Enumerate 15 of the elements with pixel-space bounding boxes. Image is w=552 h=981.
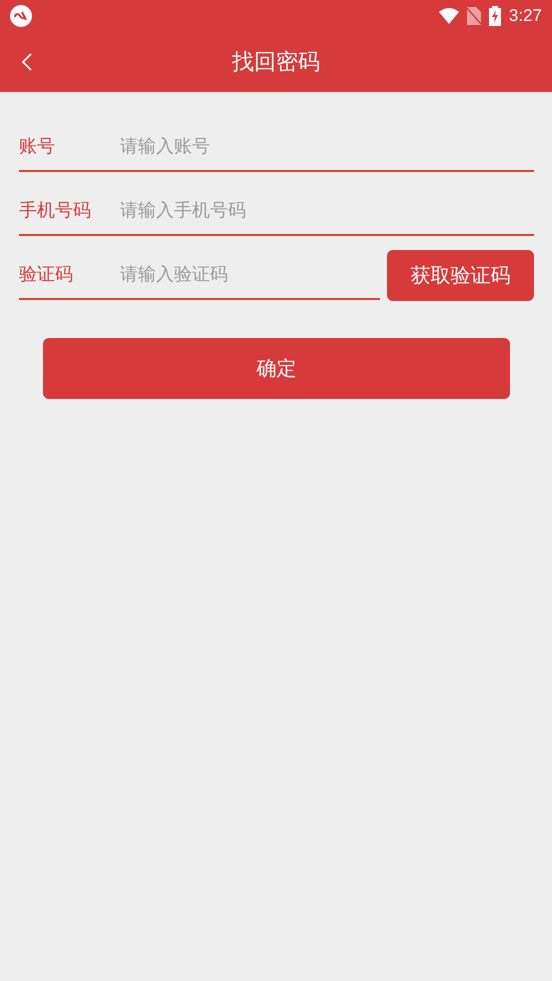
battery-charging-icon xyxy=(488,6,501,26)
field-label: 手机号码 xyxy=(19,199,92,222)
wifi-icon xyxy=(438,8,459,24)
no-sim-icon xyxy=(466,7,481,25)
field-label: 验证码 xyxy=(19,263,74,286)
field-label: 账号 xyxy=(19,135,56,158)
input-field[interactable]: 请输入手机号码 xyxy=(118,198,534,222)
chevron-left-icon xyxy=(22,53,32,71)
app-logo-icon xyxy=(10,5,32,27)
get-code-button[interactable]: 获取验证码 xyxy=(387,250,534,301)
input-field[interactable]: 请输入账号 xyxy=(118,134,534,158)
confirm-button[interactable]: 确定 xyxy=(43,338,510,399)
input-field[interactable]: 请输入验证码 xyxy=(118,262,380,286)
page-title: 找回密码 xyxy=(232,49,320,77)
status-time: 3:27 xyxy=(508,6,542,26)
